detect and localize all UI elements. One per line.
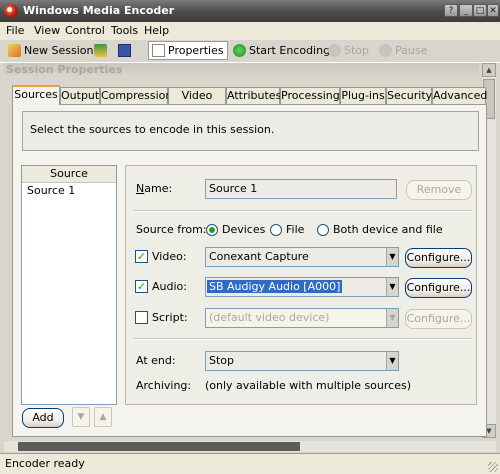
both-radio[interactable] bbox=[317, 224, 329, 236]
at-end-select[interactable]: Stop ▼ bbox=[205, 351, 399, 371]
menu-bar: File View Control Tools Help bbox=[0, 22, 500, 40]
source-detail: Name: Source 1 Remove Source from: Devic… bbox=[125, 165, 477, 405]
stop-icon bbox=[328, 44, 341, 57]
audio-label: Audio: bbox=[152, 280, 187, 293]
archiving-label: Archiving: bbox=[136, 379, 192, 392]
pause-icon bbox=[379, 44, 392, 57]
chevron-down-icon: ▼ bbox=[386, 352, 398, 370]
open-folder-icon bbox=[94, 44, 107, 57]
help-icon[interactable]: ? bbox=[444, 4, 458, 17]
audio-configure-button[interactable]: Configure... bbox=[405, 278, 472, 298]
script-label: Script: bbox=[152, 311, 188, 324]
name-field[interactable]: Source 1 bbox=[205, 179, 397, 199]
status-bar: Encoder ready bbox=[0, 453, 500, 474]
list-item[interactable]: Source 1 bbox=[22, 183, 116, 198]
play-icon bbox=[233, 44, 246, 57]
move-down-icon[interactable]: ▼ bbox=[72, 407, 90, 427]
toolbar: New Session Properties Start Encoding St… bbox=[0, 40, 500, 63]
file-label[interactable]: File bbox=[286, 223, 304, 236]
pause-button[interactable]: Pause bbox=[379, 43, 427, 59]
name-label: Name: bbox=[136, 182, 173, 195]
tab-plug-ins[interactable]: Plug-ins bbox=[340, 87, 386, 104]
tab-processing[interactable]: Processing bbox=[280, 87, 340, 104]
both-label[interactable]: Both device and file bbox=[333, 223, 443, 236]
chevron-down-icon: ▼ bbox=[386, 278, 398, 296]
save-icon bbox=[118, 44, 131, 57]
menu-tools[interactable]: Tools bbox=[111, 24, 138, 37]
sources-panel: Select the sources to encode in this ses… bbox=[12, 104, 487, 437]
add-button[interactable]: Add bbox=[22, 408, 64, 428]
devices-label[interactable]: Devices bbox=[222, 223, 265, 236]
at-end-label: At end: bbox=[136, 354, 176, 367]
tab-advanced[interactable]: Advanced bbox=[432, 87, 487, 104]
source-list-header: Source bbox=[22, 166, 116, 183]
source-from-label: Source from: bbox=[136, 223, 207, 236]
video-device-select[interactable]: Conexant Capture ▼ bbox=[205, 247, 399, 267]
tab-output[interactable]: Output bbox=[60, 87, 100, 104]
scroll-up-icon[interactable]: ▲ bbox=[482, 63, 496, 77]
open-button[interactable] bbox=[94, 43, 110, 59]
script-device-select[interactable]: (default video device) ▼ bbox=[205, 308, 399, 328]
horizontal-scrollbar[interactable] bbox=[4, 441, 496, 452]
tab-compression[interactable]: Compression bbox=[100, 87, 172, 104]
devices-radio[interactable] bbox=[206, 224, 218, 236]
start-encoding-button[interactable]: Start Encoding bbox=[233, 43, 330, 59]
new-session-icon bbox=[8, 44, 21, 57]
source-list[interactable]: Source Source 1 bbox=[21, 165, 117, 405]
chevron-down-icon: ▼ bbox=[386, 309, 398, 327]
close-icon[interactable]: ✕ bbox=[487, 4, 499, 17]
remove-button[interactable]: Remove bbox=[406, 180, 472, 200]
session-properties-title: Session Properties bbox=[6, 63, 123, 76]
tab-security[interactable]: Security bbox=[386, 87, 432, 104]
properties-icon bbox=[152, 44, 165, 57]
move-up-icon[interactable]: ▲ bbox=[94, 407, 112, 427]
divider bbox=[134, 338, 472, 340]
tab-video-size[interactable]: Video Size bbox=[168, 87, 226, 118]
video-checkbox[interactable]: ✓ bbox=[135, 250, 148, 263]
menu-file[interactable]: File bbox=[6, 24, 24, 37]
title-bar: Windows Media Encoder ? _ □ ✕ bbox=[0, 0, 500, 22]
properties-button[interactable]: Properties bbox=[148, 41, 228, 60]
menu-control[interactable]: Control bbox=[65, 24, 105, 37]
resize-grip-icon[interactable] bbox=[488, 462, 498, 472]
audio-checkbox[interactable]: ✓ bbox=[135, 280, 148, 293]
maximize-icon[interactable]: □ bbox=[473, 4, 487, 17]
audio-device-select[interactable]: SB Audigy Audio [A000] ▼ bbox=[205, 277, 399, 297]
scroll-thumb[interactable] bbox=[18, 442, 300, 451]
description-text: Select the sources to encode in this ses… bbox=[30, 123, 275, 136]
divider bbox=[134, 210, 472, 212]
menu-view[interactable]: View bbox=[34, 24, 60, 37]
status-text: Encoder ready bbox=[5, 457, 85, 470]
chevron-down-icon: ▼ bbox=[386, 248, 398, 266]
script-configure-button[interactable]: Configure... bbox=[405, 309, 472, 329]
archiving-value: (only available with multiple sources) bbox=[205, 379, 412, 392]
video-configure-button[interactable]: Configure... bbox=[405, 248, 472, 268]
save-button[interactable] bbox=[118, 43, 134, 59]
new-session-button[interactable]: New Session bbox=[8, 43, 93, 59]
tab-sources[interactable]: Sources bbox=[12, 85, 60, 105]
stop-button[interactable]: Stop bbox=[328, 43, 369, 59]
tab-attributes[interactable]: Attributes bbox=[226, 87, 281, 104]
app-icon bbox=[4, 4, 18, 18]
description-box: Select the sources to encode in this ses… bbox=[22, 111, 479, 151]
video-label: Video: bbox=[152, 250, 187, 263]
file-radio[interactable] bbox=[270, 224, 282, 236]
minimize-icon[interactable]: _ bbox=[459, 4, 473, 17]
script-checkbox[interactable] bbox=[135, 311, 148, 324]
window-title: Windows Media Encoder bbox=[23, 4, 175, 17]
menu-help[interactable]: Help bbox=[144, 24, 169, 37]
session-properties-header: Session Properties bbox=[4, 63, 479, 77]
